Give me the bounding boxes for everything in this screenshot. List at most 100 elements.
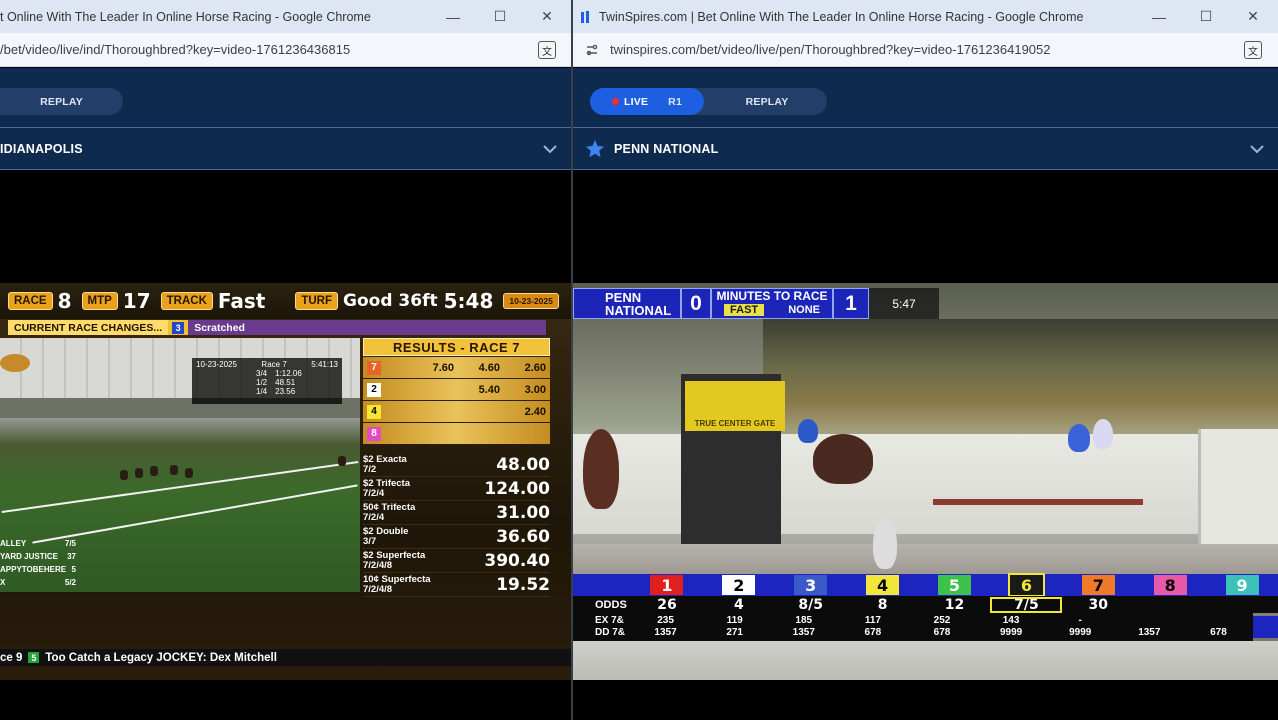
mtp-tag: MTP [81,292,118,310]
exotic-row: $2 Superfecta 7/2/4/8 390.40 [363,549,550,573]
pool-name: ALLEY [0,539,27,548]
minimize-icon[interactable]: — [430,0,476,33]
gate-attendant [873,519,897,569]
probable-cell: 143 9999 [977,613,1046,641]
program-number: 1 [650,575,684,595]
program-number-cell: 2 [703,574,775,596]
favorite-star-icon[interactable] [585,139,605,159]
probable-cell: 678 [1184,613,1253,641]
exotic-payout: 31.00 [496,502,550,523]
horse [583,429,619,509]
chevron-down-icon[interactable] [1249,141,1265,157]
right-url[interactable]: twinspires.com/bet/video/live/pen/Thorou… [610,42,1051,57]
results-show-payout: 3.00 [524,383,546,396]
odds-value: 7/5 [990,596,1063,613]
results-row: 7 7.60 4.60 2.60 [363,357,550,378]
results-row: 2 5.40 3.00 [363,379,550,400]
red-rail [933,499,1143,505]
hud-time: 5:47 [869,288,939,319]
program-number-cell: 1 [631,574,703,596]
program-number: 2 [722,575,756,595]
dd-label: DD 7& [595,627,626,638]
results-show-payout: 2.60 [524,361,546,374]
track-name: PENN NATIONAL [614,141,719,156]
exotic-label: 10¢ Superfecta 7/2/4/8 [363,574,431,595]
horse [813,434,873,484]
pool-odds: 5/2 [64,578,76,587]
probable-cell: 252 678 [907,613,976,641]
results-program-number: 2 [367,382,381,397]
maximize-icon[interactable]: ☐ [477,0,523,33]
changes-text: Scratched [188,320,546,335]
track-tag: TRACK [160,292,213,310]
left-video-player[interactable]: RACE 8 MTP 17 TRACK Fast TURF Good 36ft … [0,283,571,680]
right-video-player[interactable]: TRUE CENTER GATE PENN NATIONAL 0 MINUTES… [573,283,1278,680]
pool-list: ALLEY 7/5 YARD JUSTICE 37 APPYTOBEHERE 5 X 5/2 [0,537,80,589]
odds-value: 8/5 [798,596,824,613]
exotic-name: $2 Superfecta [363,549,426,561]
exotic-label: $2 Exacta 7/2 [363,454,407,475]
jockey [1068,424,1090,452]
mini-fraction-time: 23.56 [275,387,296,396]
results-panel: RESULTS - RACE 7 7 7.60 4.60 2.60 2 5.40 3.00 4… [363,338,550,444]
left-address-bar[interactable]: /bet/video/live/ind/Thoroughbred?key=vid… [0,33,571,67]
right-track-selector[interactable]: PENN NATIONAL [573,127,1278,170]
horse [120,470,128,480]
close-icon[interactable]: ✕ [1230,0,1276,33]
hud-condition-2: NONE [788,304,820,316]
exacta-probable: 252 [933,615,951,626]
left-title-bar: t Online With The Leader In Online Horse… [0,0,571,33]
right-address-bar[interactable]: twinspires.com/bet/video/live/pen/Thorou… [573,33,1278,67]
odds-row: ODDS 26 4 8/5 8 12 7/5 30 [573,596,1278,613]
exacta-probable: 185 [795,615,813,626]
exotic-payout: 36.60 [496,526,550,547]
horse [338,456,346,466]
race-clock: 5:48 [443,289,494,313]
replay-label: REPLAY [40,95,83,108]
left-track-selector[interactable]: IDIANAPOLIS [0,127,571,170]
program-number: 4 [866,575,900,595]
minimize-icon[interactable]: — [1136,0,1182,33]
replay-button[interactable]: REPLAY [0,88,123,115]
exotic-label: $2 Double 3/7 [363,525,409,547]
pool-name: APPYTOBEHERE [0,565,67,574]
replay-label: REPLAY [745,95,789,108]
double-probable: 9999 [1069,627,1092,638]
translate-icon[interactable]: 文 [538,41,556,59]
replay-button[interactable]: REPLAY [707,88,827,115]
jockey [1093,419,1113,449]
chevron-down-icon[interactable] [542,141,558,157]
paddock-wall [573,434,1278,534]
hud-mtp: 0 [681,288,711,319]
ex-label: EX 7& [595,615,624,626]
probable-cell: -9999 [1046,613,1115,641]
strip-spacer [573,574,631,596]
double-probable: 271 [726,627,743,638]
hud-race-number: 1 [833,288,869,319]
hud-track-name: PENN NATIONAL [573,288,681,319]
gate-sign: TRUE CENTER GATE [685,381,785,431]
exotic-row: $2 Trifecta 7/2/4 124.00 [363,477,550,501]
race-selector-label[interactable]: R1 [668,96,682,108]
site-info-icon[interactable] [585,43,599,57]
live-dot-icon [612,98,620,105]
double-probable: 9999 [999,627,1023,638]
program-number: 6 [1007,573,1045,597]
translate-icon[interactable]: 文 [1244,41,1262,59]
exotic-payout: 124.00 [484,478,550,499]
maximize-icon[interactable]: ☐ [1183,0,1229,33]
exotic-payout: 390.40 [484,550,550,571]
twinspires-favicon-icon [581,10,589,23]
info-ticker: ce 9 5 Too Catch a Legacy JOCKEY: Dex Mi… [0,649,571,666]
close-icon[interactable]: ✕ [524,0,570,33]
left-url[interactable]: /bet/video/live/ind/Thoroughbred?key=vid… [0,42,350,57]
right-window-title: TwinSpires.com | Bet Online With The Lea… [599,9,1084,24]
live-button[interactable]: LIVE R1 [590,88,704,115]
race-changes-bar: CURRENT RACE CHANGES... 3 Scratched [8,320,546,335]
pool-name: X [0,578,6,587]
exotic-name: $2 Double [363,525,409,537]
double-probable: 678 [1210,627,1227,638]
left-window-title: t Online With The Leader In Online Horse… [0,9,371,24]
program-number-cell: 4 [847,574,919,596]
mini-date: 10-23-2025 [196,360,237,369]
